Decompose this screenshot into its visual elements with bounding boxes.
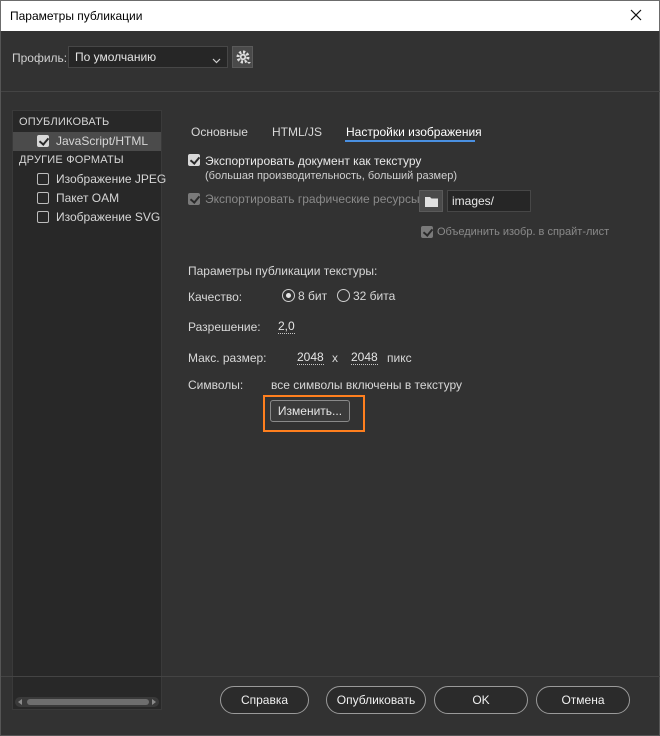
profile-label: Профиль: (12, 51, 68, 65)
quality-8bit-radio[interactable] (282, 289, 295, 302)
folder-icon (425, 197, 438, 207)
oam-checkbox[interactable] (37, 192, 49, 204)
size-unit: пикс (387, 351, 412, 365)
scroll-thumb[interactable] (27, 699, 149, 705)
symbols-label: Символы: (188, 378, 244, 392)
format-item-oam[interactable]: Пакет OAM (13, 189, 161, 208)
divider (1, 91, 660, 92)
quality-32bit-radio[interactable] (337, 289, 350, 302)
format-item-label: Изображение JPEG (56, 172, 167, 186)
format-item-jpeg[interactable]: Изображение JPEG (13, 170, 166, 189)
format-item-label: Пакет OAM (56, 191, 120, 205)
browse-folder-button[interactable] (419, 190, 443, 212)
publish-button[interactable]: Опубликовать (326, 686, 426, 714)
help-button[interactable]: Справка (220, 686, 309, 714)
resolution-label: Разрешение: (188, 320, 261, 334)
window-title: Параметры публикации (10, 9, 143, 23)
format-item-label: JavaScript/HTML (56, 134, 149, 148)
tab-basic[interactable]: Основные (191, 125, 248, 139)
resolution-value[interactable]: 2,0 (278, 319, 295, 334)
format-list-panel: ОПУБЛИКОВАТЬ JavaScript/HTML ДРУГИЕ ФОРМ… (12, 110, 166, 710)
spritesheet-checkbox[interactable] (421, 226, 433, 238)
svg-checkbox[interactable] (37, 211, 49, 223)
chevron-down-icon (212, 53, 221, 67)
publish-section-header: ОПУБЛИКОВАТЬ (19, 116, 110, 128)
max-size-label: Макс. размер: (188, 351, 267, 365)
jpeg-checkbox[interactable] (37, 173, 49, 185)
tab-html-js[interactable]: HTML/JS (272, 125, 322, 139)
quality-label: Качество: (188, 290, 243, 304)
profile-value: По умолчанию (75, 50, 157, 64)
profile-options-button[interactable] (232, 46, 253, 68)
texture-section-title: Параметры публикации текстуры: (188, 264, 378, 278)
cancel-button[interactable]: Отмена (536, 686, 630, 714)
export-texture-hint: (большая производительность, больший раз… (205, 170, 457, 182)
export-texture-label: Экспортировать документ как текстуру (205, 154, 422, 168)
close-icon[interactable] (627, 6, 645, 24)
max-width-value[interactable]: 2048 (297, 350, 324, 365)
javascript-html-checkbox[interactable] (37, 135, 49, 147)
active-tab-indicator (345, 140, 475, 142)
assets-path-input[interactable]: images/ (447, 190, 531, 212)
footer-divider (1, 676, 660, 677)
publish-settings-dialog: Профиль: По умолчанию ОПУБЛИКОВАТЬ JavaS… (0, 31, 660, 736)
symbols-value: все символы включены в текстуру (271, 378, 462, 392)
export-assets-checkbox[interactable] (188, 193, 200, 205)
gear-icon (236, 50, 251, 64)
format-item-svg[interactable]: Изображение SVG (13, 208, 161, 227)
export-texture-checkbox[interactable] (188, 154, 200, 166)
quality-32bit-label: 32 бита (353, 289, 396, 303)
format-item-label: Изображение SVG (56, 210, 161, 224)
title-bar: Параметры публикации (0, 0, 660, 31)
spritesheet-label: Объединить изобр. в спрайт-лист (437, 226, 610, 238)
profile-dropdown[interactable]: По умолчанию (68, 46, 228, 68)
ok-button[interactable]: OK (434, 686, 528, 714)
tab-image-settings[interactable]: Настройки изображения (346, 125, 482, 139)
scroll-right-icon[interactable] (152, 699, 156, 705)
other-formats-header: ДРУГИЕ ФОРМАТЫ (19, 154, 124, 166)
format-item-javascript-html[interactable]: JavaScript/HTML (13, 132, 161, 151)
quality-8bit-label: 8 бит (298, 289, 328, 303)
horizontal-scrollbar[interactable] (15, 697, 159, 707)
max-height-value[interactable]: 2048 (351, 350, 378, 365)
edit-symbols-button[interactable]: Изменить... (270, 400, 350, 422)
scroll-left-icon[interactable] (18, 699, 22, 705)
export-assets-label: Экспортировать графические ресурсы: (205, 192, 423, 206)
times-sign: x (332, 351, 338, 365)
